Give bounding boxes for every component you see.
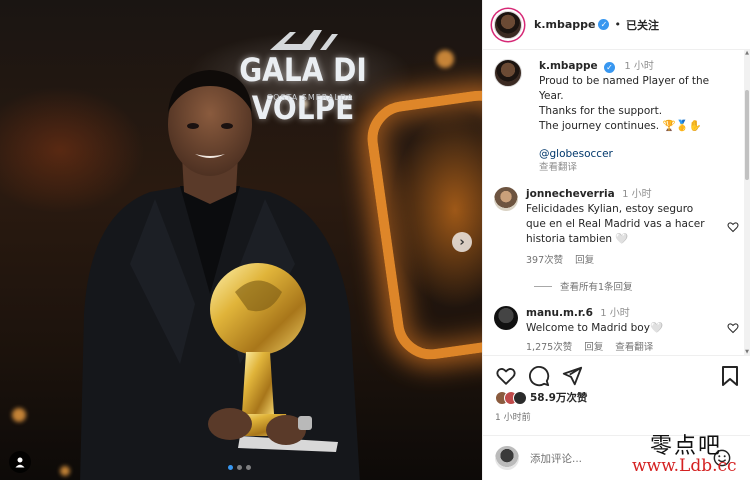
comment-username[interactable]: jonnecheverria [526, 188, 615, 200]
comment-likes[interactable]: 1,275次赞 [526, 340, 572, 355]
scroll-up-arrow-icon[interactable]: ▲ [744, 50, 750, 56]
bookmark-icon[interactable] [721, 366, 739, 386]
avatar [495, 446, 519, 470]
post-timestamp: 1 小时前 [495, 413, 531, 423]
reply-button[interactable]: 回复 [584, 340, 603, 355]
see-translation-link[interactable]: 查看翻译 [615, 340, 653, 355]
avatar[interactable] [494, 306, 518, 330]
comment-input[interactable]: 添加评论... [530, 451, 582, 466]
likes-count[interactable]: 58.9万次赞 [530, 390, 587, 405]
caption-username[interactable]: k.mbappe [539, 60, 598, 72]
caption-line: Proud to be named Player of the [539, 75, 710, 87]
post-side-panel: k.mbappe ✓ • 已关注 k.mbappe ✓ 1 小时 Proud t… [482, 0, 750, 480]
next-slide-button[interactable]: › [452, 232, 472, 252]
verified-badge-icon: ✓ [604, 62, 616, 73]
avatar[interactable] [494, 10, 522, 39]
scrollbar-thumb[interactable] [745, 90, 749, 180]
comment-meta: 1,275次赞 回复 查看翻译 [526, 340, 716, 355]
divider [534, 285, 552, 287]
action-bar [483, 355, 750, 395]
see-translation-link[interactable]: 查看翻译 [539, 162, 709, 174]
view-replies-link[interactable]: 查看所有1条回复 [534, 279, 633, 293]
comment-text: Welcome to Madrid boy🤍 [526, 322, 664, 334]
player-with-trophy [80, 70, 360, 480]
post-header: k.mbappe ✓ • 已关注 [483, 0, 750, 50]
comment-time: 1 小时 [622, 189, 652, 200]
share-icon[interactable] [561, 365, 583, 387]
comment-time: 1 小时 [600, 308, 630, 319]
slide-dot [228, 465, 233, 470]
bokeh-light [12, 408, 26, 422]
comment-icon[interactable] [528, 365, 550, 387]
verified-badge-icon: ✓ [598, 19, 610, 30]
slide-indicator [228, 465, 251, 470]
caption-body: k.mbappe ✓ 1 小时 Proud to be named Player… [539, 59, 709, 174]
view-replies-label: 查看所有1条回复 [560, 282, 633, 293]
comment-username[interactable]: manu.m.r.6 [526, 307, 593, 319]
comment-body: jonnecheverria 1 小时 Felicidades Kylian, … [526, 187, 716, 268]
comments-scroll-area[interactable]: k.mbappe ✓ 1 小时 Proud to be named Player… [483, 50, 750, 355]
slide-dot [246, 465, 251, 470]
likes-summary[interactable]: 58.9万次赞 [495, 390, 587, 405]
like-comment-heart-icon[interactable] [727, 221, 739, 233]
person-tag-icon [15, 457, 25, 468]
separator-dot: • [614, 18, 621, 31]
caption-line: Thanks for the support. [539, 105, 663, 117]
tagged-users-button[interactable] [9, 451, 31, 473]
caption-line: The journey continues. 🏆🥇✋ [539, 120, 702, 132]
avatar[interactable] [494, 187, 518, 211]
post-photo[interactable]: GALA DI VOLPE COSTA SMERALDA › [0, 0, 482, 480]
comment-text: Felicidades Kylian, estoy seguro que en … [526, 203, 705, 245]
comment-item: manu.m.r.6 1 小时 Welcome to Madrid boy🤍 1… [494, 306, 739, 355]
liker-avatar [513, 390, 527, 405]
comment-item: jonnecheverria 1 小时 Felicidades Kylian, … [494, 187, 739, 268]
caption-line: Year. [539, 90, 564, 102]
slide-dot [237, 465, 242, 470]
follow-status-button[interactable]: 已关注 [626, 17, 659, 33]
scrollbar[interactable]: ▲ ▼ [744, 50, 750, 355]
caption-time: 1 小时 [624, 61, 654, 72]
watermark-url: www.Ldb.cc [632, 456, 737, 476]
comment-likes[interactable]: 397次赞 [526, 253, 563, 268]
reply-button[interactable]: 回复 [575, 253, 594, 268]
bokeh-light [436, 50, 454, 68]
post-caption: k.mbappe ✓ 1 小时 Proud to be named Player… [494, 59, 734, 174]
mention-link[interactable]: @globesoccer [539, 147, 709, 162]
caption-avatar[interactable] [494, 59, 522, 87]
header-username[interactable]: k.mbappe [534, 18, 595, 31]
comment-meta: 397次赞 回复 [526, 253, 716, 268]
comment-body: manu.m.r.6 1 小时 Welcome to Madrid boy🤍 1… [526, 306, 716, 355]
like-comment-heart-icon[interactable] [727, 322, 739, 334]
neon-light-frame [362, 85, 482, 365]
heart-icon[interactable] [495, 365, 517, 387]
